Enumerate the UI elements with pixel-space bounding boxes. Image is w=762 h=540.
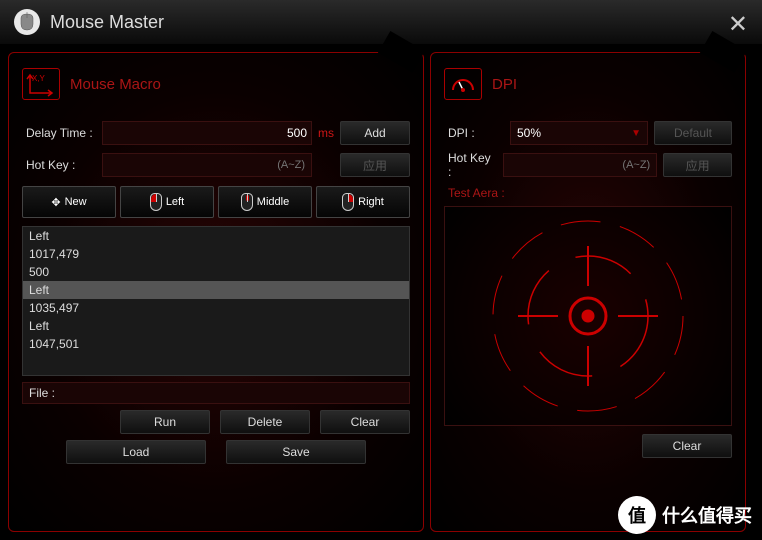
save-button[interactable]: Save xyxy=(226,440,366,464)
dpi-hotkey-input[interactable] xyxy=(503,153,657,177)
delay-input[interactable] xyxy=(102,121,312,145)
titlebar: Mouse Master ✕ xyxy=(0,0,762,44)
chevron-down-icon: ▼ xyxy=(631,128,641,139)
tab-right-label: Right xyxy=(358,196,384,208)
list-item[interactable]: 500 xyxy=(23,263,409,281)
dpi-hotkey-label: Hot Key : xyxy=(444,151,497,179)
list-item[interactable]: 1017,479 xyxy=(23,245,409,263)
watermark: 值 什么值得买 xyxy=(618,496,752,534)
tab-left-label: Left xyxy=(166,196,184,208)
close-button[interactable]: ✕ xyxy=(728,10,748,39)
click-tabs: ✥ New Left Middle Right xyxy=(22,186,410,218)
mouse-middle-icon xyxy=(241,193,253,211)
test-area[interactable] xyxy=(444,206,732,426)
mouse-left-icon xyxy=(150,193,162,211)
macro-list[interactable]: Left1017,479500Left1035,497Left1047,501 xyxy=(22,226,410,376)
watermark-badge: 值 xyxy=(618,496,656,534)
tab-new[interactable]: ✥ New xyxy=(22,186,116,218)
mouse-right-icon xyxy=(342,193,354,211)
dpi-value: 50% xyxy=(517,126,541,140)
macro-clear-button[interactable]: Clear xyxy=(320,410,410,434)
list-item[interactable]: Left xyxy=(23,317,409,335)
dpi-apply-button[interactable]: 应用 xyxy=(663,153,732,177)
macro-hotkey-label: Hot Key : xyxy=(22,158,102,172)
test-area-label: Test Aera : xyxy=(448,186,732,200)
default-button[interactable]: Default xyxy=(654,121,732,145)
list-item[interactable]: 1035,497 xyxy=(23,299,409,317)
list-item[interactable]: 1047,501 xyxy=(23,335,409,353)
tab-right[interactable]: Right xyxy=(316,186,410,218)
dpi-panel: DPI DPI : 50% ▼ Default Hot Key : 应用 Tes… xyxy=(432,54,744,530)
tab-new-label: New xyxy=(65,196,87,208)
macro-apply-button[interactable]: 应用 xyxy=(340,153,410,177)
dpi-label: DPI : xyxy=(444,126,504,140)
run-button[interactable]: Run xyxy=(120,410,210,434)
mouse-app-icon xyxy=(14,9,40,35)
dpi-clear-button[interactable]: Clear xyxy=(642,434,732,458)
tab-middle-label: Middle xyxy=(257,196,289,208)
window-title: Mouse Master xyxy=(50,12,164,33)
macro-title: Mouse Macro xyxy=(70,76,161,93)
svg-text:X,Y: X,Y xyxy=(32,74,46,83)
crosshair-icon xyxy=(448,211,728,421)
watermark-text: 什么值得买 xyxy=(662,502,752,528)
load-button[interactable]: Load xyxy=(66,440,206,464)
delay-unit: ms xyxy=(318,126,334,140)
tab-middle[interactable]: Middle xyxy=(218,186,312,218)
add-button[interactable]: Add xyxy=(340,121,410,145)
xy-icon: X,Y xyxy=(22,68,60,100)
gauge-icon xyxy=(444,68,482,100)
list-item[interactable]: Left xyxy=(23,281,409,299)
dpi-title: DPI xyxy=(492,76,517,93)
file-field[interactable]: File : xyxy=(22,382,410,404)
dpi-select[interactable]: 50% ▼ xyxy=(510,121,648,145)
macro-panel: X,Y Mouse Macro Delay Time : ms Add Hot … xyxy=(10,54,422,530)
delay-label: Delay Time : xyxy=(22,126,102,140)
file-label: File : xyxy=(29,386,55,400)
list-item[interactable]: Left xyxy=(23,227,409,245)
delete-button[interactable]: Delete xyxy=(220,410,310,434)
cursor-icon: ✥ xyxy=(51,196,60,209)
tab-left[interactable]: Left xyxy=(120,186,214,218)
macro-hotkey-input[interactable] xyxy=(102,153,312,177)
